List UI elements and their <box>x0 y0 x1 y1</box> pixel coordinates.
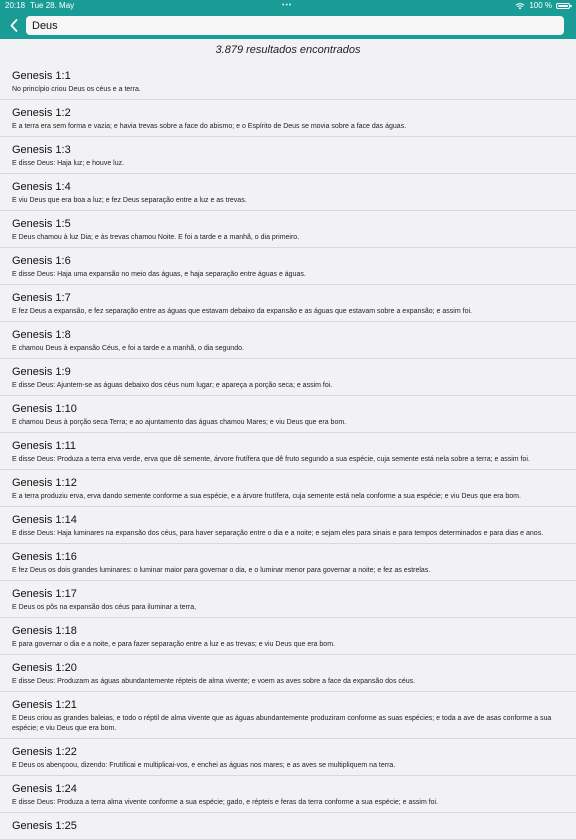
list-item[interactable]: Genesis 1:21 E Deus criou as grandes bale… <box>0 692 576 739</box>
list-item[interactable]: Genesis 1:12 E a terra produziu erva, erv… <box>0 470 576 507</box>
search-input[interactable] <box>26 16 564 35</box>
verse-text: E disse Deus: Ajuntem-se as águas debaix… <box>12 382 333 389</box>
verse-reference: Genesis 1:9 <box>12 366 71 378</box>
verse-text: E a terra era sem forma e vazia; e havia… <box>12 123 407 130</box>
verse-reference: Genesis 1:18 <box>12 625 77 637</box>
verse-reference: Genesis 1:12 <box>12 477 77 489</box>
list-item[interactable]: Genesis 1:8 E chamou Deus à expansão Céus… <box>0 322 576 359</box>
verse-text: E disse Deus: Produza a terra alma viven… <box>12 799 439 806</box>
battery-percent: 100 % <box>529 1 552 10</box>
verse-text: E disse Deus: Haja luminares na expansão… <box>12 530 544 537</box>
verse-reference: Genesis 1:10 <box>12 403 77 415</box>
verse-reference: Genesis 1:25 <box>12 820 77 832</box>
verse-reference: Genesis 1:2 <box>12 107 71 119</box>
verse-text: E Deus os abençoou, dizendo: Frutificai … <box>12 762 396 769</box>
verse-text: E fez Deus a expansão, e fez separação e… <box>12 308 472 315</box>
list-item[interactable]: Genesis 1:17 E Deus os pôs na expansão do… <box>0 581 576 618</box>
list-item[interactable]: Genesis 1:22 E Deus os abençoou, dizendo:… <box>0 739 576 776</box>
list-item[interactable]: Genesis 1:16 E fez Deus os dois grandes l… <box>0 544 576 581</box>
verse-text: E a terra produziu erva, erva dando seme… <box>12 493 521 500</box>
verse-reference: Genesis 1:5 <box>12 218 71 230</box>
battery-icon <box>556 3 572 9</box>
list-item[interactable]: Genesis 1:25 <box>0 813 576 840</box>
list-item[interactable]: Genesis 1:11 E disse Deus: Produza a terr… <box>0 433 576 470</box>
verse-reference: Genesis 1:21 <box>12 699 77 711</box>
list-item[interactable]: Genesis 1:24 E disse Deus: Produza a terr… <box>0 776 576 813</box>
verse-reference: Genesis 1:22 <box>12 746 77 758</box>
verse-reference: Genesis 1:20 <box>12 662 77 674</box>
back-button[interactable] <box>4 15 24 35</box>
verse-reference: Genesis 1:17 <box>12 588 77 600</box>
list-item[interactable]: Genesis 1:2 E a terra era sem forma e vaz… <box>0 100 576 137</box>
verse-text: E Deus chamou à luz Dia; e às trevas cha… <box>12 234 300 241</box>
list-item[interactable]: Genesis 1:14 E disse Deus: Haja luminares… <box>0 507 576 544</box>
verse-text: No princípio criou Deus os céus e a terr… <box>12 86 141 93</box>
status-bar: 20:18 Tue 28. May ••• 100 % <box>0 0 576 12</box>
results-list: Genesis 1:1 No princípio criou Deus os cé… <box>0 63 576 840</box>
verse-reference: Genesis 1:7 <box>12 292 71 304</box>
verse-reference: Genesis 1:16 <box>12 551 77 563</box>
verse-text: E disse Deus: Haja uma expansão no meio … <box>12 271 306 278</box>
verse-reference: Genesis 1:6 <box>12 255 71 267</box>
verse-text: E disse Deus: Produzam as águas abundant… <box>12 678 416 685</box>
list-item[interactable]: Genesis 1:4 E viu Deus que era boa a luz;… <box>0 174 576 211</box>
list-item[interactable]: Genesis 1:7 E fez Deus a expansão, e fez … <box>0 285 576 322</box>
list-item[interactable]: Genesis 1:1 No princípio criou Deus os cé… <box>0 63 576 100</box>
verse-reference: Genesis 1:14 <box>12 514 77 526</box>
verse-reference: Genesis 1:1 <box>12 70 71 82</box>
wifi-icon <box>515 3 525 10</box>
list-item[interactable]: Genesis 1:9 E disse Deus: Ajuntem-se as á… <box>0 359 576 396</box>
verse-text: E disse Deus: Produza a terra erva verde… <box>12 456 530 463</box>
nav-bar <box>0 12 576 39</box>
verse-text: E para governar o dia e a noite, e para … <box>12 641 335 648</box>
verse-text: E Deus criou as grandes baleias, e todo … <box>12 715 552 732</box>
verse-reference: Genesis 1:24 <box>12 783 77 795</box>
chevron-left-icon <box>10 18 18 32</box>
status-time: 20:18 <box>5 1 26 10</box>
list-item[interactable]: Genesis 1:6 E disse Deus: Haja uma expans… <box>0 248 576 285</box>
multitasking-dots[interactable]: ••• <box>282 0 292 12</box>
list-item[interactable]: Genesis 1:3 E disse Deus: Haja luz; e hou… <box>0 137 576 174</box>
verse-reference: Genesis 1:11 <box>12 440 77 452</box>
status-date: Tue 28. May <box>30 1 75 10</box>
verse-text: E Deus os pôs na expansão dos céus para … <box>12 604 197 611</box>
list-item[interactable]: Genesis 1:10 E chamou Deus à porção seca … <box>0 396 576 433</box>
status-right: 100 % <box>515 0 572 12</box>
list-item[interactable]: Genesis 1:5 E Deus chamou à luz Dia; e às… <box>0 211 576 248</box>
verse-text: E chamou Deus à porção seca Terra; e ao … <box>12 419 347 426</box>
verse-text: E viu Deus que era boa a luz; e fez Deus… <box>12 197 247 204</box>
verse-text: E fez Deus os dois grandes luminares: o … <box>12 567 431 574</box>
results-count: 3.879 resultados encontrados <box>215 44 361 56</box>
verse-text: E disse Deus: Haja luz; e houve luz. <box>12 160 125 167</box>
verse-reference: Genesis 1:3 <box>12 144 71 156</box>
list-item[interactable]: Genesis 1:20 E disse Deus: Produzam as ág… <box>0 655 576 692</box>
verse-text: E chamou Deus à expansão Céus, e foi a t… <box>12 345 244 352</box>
verse-reference: Genesis 1:4 <box>12 181 71 193</box>
verse-reference: Genesis 1:8 <box>12 329 71 341</box>
list-item[interactable]: Genesis 1:18 E para governar o dia e a no… <box>0 618 576 655</box>
